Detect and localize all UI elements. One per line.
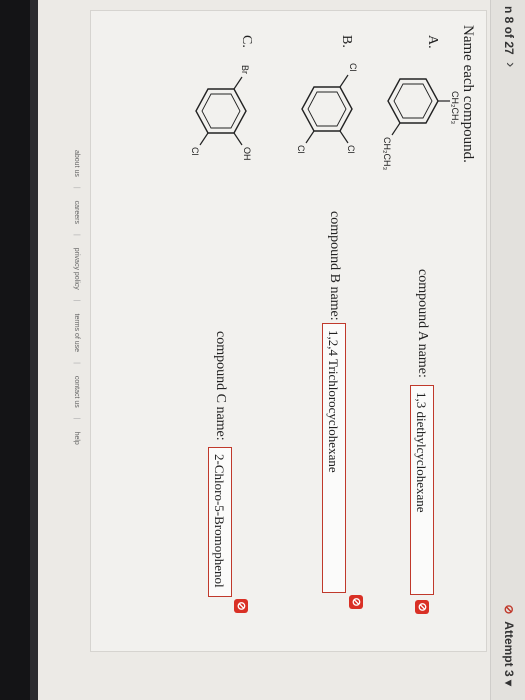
compound-c-incorrect-icon: ⊘ xyxy=(234,599,248,613)
compound-a-answer-field[interactable]: 1,3 diethylcyclohexane xyxy=(410,385,434,595)
compound-b-substituent-3: Cl xyxy=(348,63,358,72)
compound-c-substituent-3: Cl xyxy=(190,147,200,156)
footer-links: about us| careers| privacy policy| terms… xyxy=(73,150,80,445)
attempt-dropdown[interactable]: ⊘ Attempt 3 ▾ xyxy=(502,604,516,686)
footer-link-contact[interactable]: contact us xyxy=(73,376,80,408)
chevron-down-icon: ▾ xyxy=(502,679,516,686)
attempt-label: Attempt 3 xyxy=(502,621,516,677)
compound-c-substituent-1: Br xyxy=(240,65,250,74)
compound-a-substituent-1: CH₂CH₃ xyxy=(450,91,460,124)
footer-link-about[interactable]: about us xyxy=(73,150,80,177)
footer-link-help[interactable]: help xyxy=(73,432,80,445)
compound-a-label: A. xyxy=(425,35,440,49)
compound-a-structure: CH₂CH₃ CH₂CH₃ xyxy=(382,78,460,170)
compound-c-label: C. xyxy=(239,35,254,48)
cross-circle-icon: ⊘ xyxy=(502,604,516,615)
compound-c-substituent-2: OH xyxy=(242,147,252,161)
compound-b-substituent-2: Cl xyxy=(296,145,306,154)
compound-a-name-label: compound A name: xyxy=(415,269,430,378)
laptop-bezel xyxy=(0,0,30,700)
compound-c-structure: Br OH Cl xyxy=(190,65,252,161)
compound-b-incorrect-icon: ⊘ xyxy=(349,595,363,609)
question-header: n 8 of 27 › ⊘ Attempt 3 ▾ xyxy=(490,0,525,700)
compound-b-structure: Cl Cl Cl xyxy=(296,63,358,154)
next-question-chevron-icon[interactable]: › xyxy=(501,62,519,67)
footer-link-terms[interactable]: terms of use xyxy=(73,314,80,353)
compound-b-answer-field[interactable]: 1,2,4 Trichlorocyclohexane xyxy=(322,323,346,593)
question-panel: Name each compound. A. CH₂CH₃ CH₂CH₃ com… xyxy=(90,10,487,652)
compound-b-substituent-1: Cl xyxy=(346,145,356,154)
footer-link-careers[interactable]: careers xyxy=(73,201,80,224)
footer-link-privacy[interactable]: privacy policy xyxy=(73,248,80,290)
compound-c-answer-field[interactable]: 2-Chloro-5-Bromophenol xyxy=(208,447,232,597)
compound-a-substituent-2: CH₂CH₃ xyxy=(382,137,392,170)
screen: n 8 of 27 › ⊘ Attempt 3 ▾ Name each comp… xyxy=(38,0,525,700)
question-prompt: Name each compound. xyxy=(460,25,476,163)
compound-b-name-label: compound B name: xyxy=(327,211,342,321)
compound-c-name-label: compound C name: xyxy=(213,331,228,441)
compound-a-incorrect-icon: ⊘ xyxy=(415,600,429,614)
screen-edge xyxy=(30,0,38,700)
compound-b-label: B. xyxy=(339,35,354,48)
question-counter: n 8 of 27 xyxy=(502,6,516,55)
